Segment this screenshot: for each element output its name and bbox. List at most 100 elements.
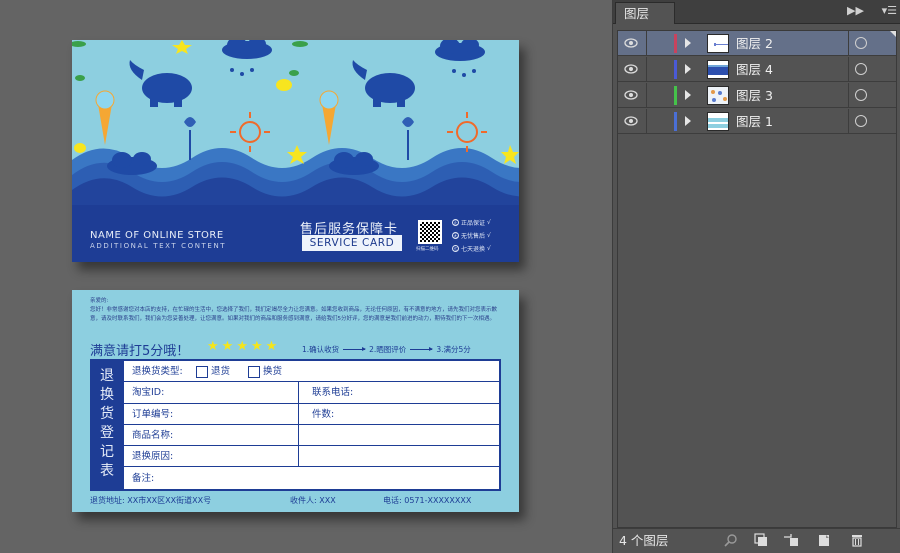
layers-panel: 图层 ▶▶ ▾☰ 图层 2 图层 4 图层 3 图层 1 4 个图层 <box>612 0 900 553</box>
qr-code <box>418 220 442 244</box>
guarantee-item: 正 正品保证 √ <box>452 218 491 227</box>
check-mark: √ <box>487 245 491 252</box>
eye-icon[interactable] <box>624 89 638 101</box>
guarantee-badge-icon: 正 <box>452 219 459 226</box>
target-circle-icon[interactable] <box>855 37 867 49</box>
rating-stars: ★ ★ ★ ★ ★ <box>207 340 277 354</box>
step-2: 2.晒图评价 <box>369 345 407 354</box>
return-reason-label: 退换原因: <box>132 451 174 463</box>
qr-label: 扫描二维码 <box>416 247 439 252</box>
form-row: 订单编号: 件数: <box>124 403 499 425</box>
form-side-title: 退换货登记表 <box>100 368 114 479</box>
step-3: 3.满分5分 <box>436 345 471 354</box>
check-mark: √ <box>487 219 491 226</box>
layer-color-bar <box>674 112 677 131</box>
star-icon: ★ <box>221 339 234 354</box>
eye-icon[interactable] <box>624 63 638 75</box>
target-circle-icon[interactable] <box>855 63 867 75</box>
guarantee-label: 七天退换 <box>461 246 486 253</box>
arrow-right-icon <box>343 347 367 351</box>
layer-thumbnail <box>707 60 729 79</box>
note-label: 备注: <box>132 472 155 484</box>
recipient-phone: 电话: 0571-XXXXXXXX <box>383 496 472 505</box>
lock-toggle[interactable] <box>647 31 673 56</box>
selection-corner-icon <box>890 31 896 37</box>
layer-row-4[interactable]: 图层 4 <box>618 57 896 82</box>
order-number-label: 订单编号: <box>132 408 174 420</box>
return-option[interactable]: 退货 <box>192 361 230 381</box>
star-icon: ★ <box>250 339 263 354</box>
check-mark: √ <box>487 232 491 239</box>
lock-toggle[interactable] <box>647 83 673 108</box>
artboard-canvas[interactable]: NAME OF ONLINE STORE ADDITIONAL TEXT CON… <box>0 0 612 553</box>
guarantee-label: 无忧售后 <box>461 233 486 240</box>
layer-thumbnail <box>707 112 729 131</box>
lock-toggle[interactable] <box>647 109 673 134</box>
form-row: 淘宝ID: 联系电话: <box>124 382 499 404</box>
star-icon: ★ <box>207 339 219 354</box>
tab-layers[interactable]: 图层 <box>615 2 675 24</box>
panel-menu-icon[interactable]: ▾☰ <box>882 4 897 17</box>
layer-count: 4 个图层 <box>619 533 669 548</box>
star-icon: ★ <box>236 339 248 354</box>
target-circle-icon[interactable] <box>855 89 867 101</box>
exchange-checkbox[interactable] <box>248 365 260 378</box>
form-row: 退换原因: <box>124 446 499 468</box>
layer-row-1[interactable]: 图层 1 <box>618 109 896 134</box>
satisfied-text: 满意请打5分哦！ <box>90 344 190 359</box>
clipping-mask-icon[interactable] <box>753 533 769 549</box>
guarantee-badge-icon: 无 <box>452 232 459 239</box>
search-icon[interactable] <box>723 533 739 549</box>
guarantee-item: 无 无忧售后 √ <box>452 231 491 240</box>
store-subtext: ADDITIONAL TEXT CONTENT <box>90 242 227 250</box>
guarantee-badge-icon: 七 <box>452 245 459 252</box>
panel-bottom-bar: 4 个图层 <box>613 528 900 553</box>
return-checkbox[interactable] <box>196 365 208 378</box>
layer-name[interactable]: 图层 4 <box>736 57 773 82</box>
star-icon: ★ <box>265 339 278 354</box>
form-row: 退换货类型: 退货 换货 <box>124 361 499 383</box>
layer-row-3[interactable]: 图层 3 <box>618 83 896 108</box>
front-card[interactable]: NAME OF ONLINE STORE ADDITIONAL TEXT CON… <box>72 40 519 262</box>
layer-thumbnail <box>707 34 729 53</box>
form-row: 商品名称: <box>124 424 499 447</box>
exchange-option[interactable]: 换货 <box>244 361 282 381</box>
form-row: 备注: <box>124 468 499 489</box>
service-card-label: SERVICE CARD <box>302 235 402 251</box>
layer-name[interactable]: 图层 3 <box>736 83 773 108</box>
layer-name[interactable]: 图层 1 <box>736 109 773 134</box>
eye-icon[interactable] <box>624 37 638 49</box>
new-layer-icon[interactable] <box>816 533 832 549</box>
recipient: 收件人: XXX <box>290 496 336 505</box>
expand-arrow-icon[interactable] <box>685 64 691 74</box>
quantity-label: 件数: <box>312 408 335 420</box>
layer-color-bar <box>674 60 677 79</box>
trash-icon[interactable] <box>849 533 865 549</box>
return-option-label: 退货 <box>211 366 231 377</box>
return-form: 退换货登记表 退换货类型: 退货 换货 淘宝ID: 联系电话: 订单编号: 件数… <box>90 359 501 491</box>
expand-arrow-icon[interactable] <box>685 38 691 48</box>
front-card-artwork <box>72 40 519 262</box>
contact-phone-label: 联系电话: <box>312 387 354 399</box>
lock-toggle[interactable] <box>647 57 673 82</box>
layer-name[interactable]: 图层 2 <box>736 31 773 56</box>
panel-tabbar: 图层 ▶▶ ▾☰ <box>613 0 900 24</box>
layer-row-2[interactable]: 图层 2 <box>618 31 896 56</box>
target-circle-icon[interactable] <box>855 115 867 127</box>
expand-arrow-icon[interactable] <box>685 90 691 100</box>
return-address: 退货地址: XX市XX区XX街道XX号 <box>90 496 212 505</box>
form-side-panel: 退换货登记表 <box>92 361 122 489</box>
layer-list[interactable]: 图层 2 图层 4 图层 3 图层 1 <box>617 30 897 528</box>
expand-arrow-icon[interactable] <box>685 116 691 126</box>
arrow-right-icon <box>410 347 434 351</box>
collapse-panel-icon[interactable]: ▶▶ <box>847 4 864 17</box>
new-sublayer-icon[interactable] <box>783 533 799 549</box>
step-1: 1.确认收货 <box>302 345 340 354</box>
guarantee-item: 七 七天退换 √ <box>452 244 491 253</box>
back-card[interactable]: 亲爱的: 您好！非常感谢您对本店的支持，在忙碌的生活中，您选择了我们，我们定竭尽… <box>72 290 519 512</box>
layer-color-bar <box>674 86 677 105</box>
product-name-label: 商品名称: <box>132 429 174 441</box>
exchange-option-label: 换货 <box>263 366 283 377</box>
eye-icon[interactable] <box>624 115 638 127</box>
form-grid: 退换货类型: 退货 换货 淘宝ID: 联系电话: 订单编号: 件数: 商品名称:… <box>124 361 499 489</box>
